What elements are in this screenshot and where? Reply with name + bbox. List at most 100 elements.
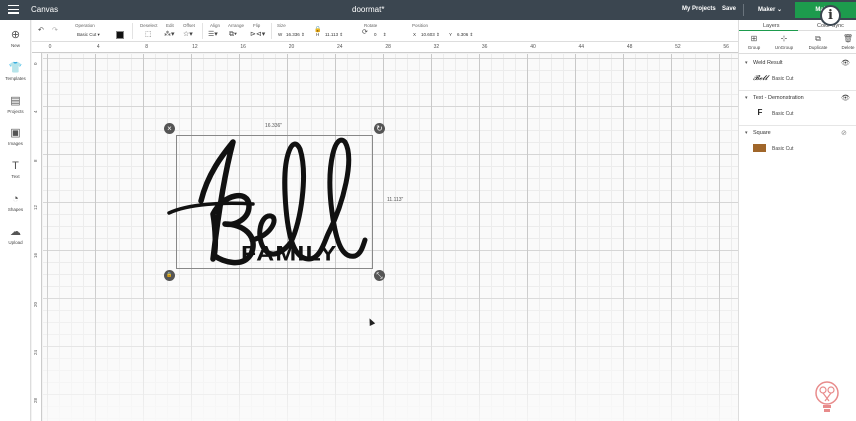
duplicate-icon: ⧉ — [815, 34, 821, 43]
delete-label: Delete — [841, 45, 855, 50]
flip-icon[interactable]: ⊳⊲▾ — [250, 31, 265, 39]
group-button[interactable]: ⊞ Group — [740, 34, 768, 50]
y-value: 6.306 — [457, 32, 469, 37]
machine-select[interactable]: Maker ⌄ — [758, 6, 782, 13]
ruler-label: 16 — [240, 44, 246, 50]
layer-item-weld[interactable]: 𝓑𝓮𝓵𝓵 Basic Cut — [739, 72, 856, 86]
align-icon[interactable]: ☰▾ — [208, 31, 218, 39]
layer-thumbnail — [753, 144, 766, 152]
duplicate-label: Duplicate — [808, 45, 828, 50]
sidebar-item-new[interactable]: ⊕ New — [0, 29, 31, 48]
rotate-handle-icon[interactable]: ↻ — [374, 123, 385, 134]
layer-name: Text - Demonstration — [753, 95, 804, 101]
layer-group-weld-result[interactable]: ▾ Weld Result 👁 — [739, 57, 856, 69]
arrange-icon[interactable]: ⧉▾ — [229, 31, 237, 39]
operation-select[interactable]: Basic Cut ▾ — [77, 32, 100, 38]
height-field[interactable]: 11.113 ⇕ — [325, 32, 343, 38]
ruler-label: 4 — [96, 44, 100, 50]
sidebar-item-shapes[interactable]: ◔ Shapes — [0, 193, 31, 212]
sidebar-item-label: Shapes — [7, 207, 24, 212]
x-field[interactable]: 10.603 ⇕ — [421, 32, 440, 38]
sidebar-item-label: New — [10, 43, 20, 48]
ungroup-icon: ⊹ — [780, 34, 788, 43]
b-swash-stroke — [167, 201, 255, 215]
ruler-label: 24 — [337, 44, 343, 50]
sidebar-item-images[interactable]: ▣ Images — [0, 127, 31, 146]
resize-handle-icon[interactable]: ⤡ — [374, 270, 385, 281]
y-prefix: Y — [449, 32, 453, 37]
y-field[interactable]: 6.306 ⇕ — [457, 32, 473, 38]
sidebar-item-templates[interactable]: 👕 Templates — [0, 62, 31, 81]
design-space-app: Canvas doormat* My Projects Save Maker ⌄… — [0, 0, 856, 421]
sidebar-item-projects[interactable]: ▤ Projects — [0, 95, 31, 114]
duplicate-button[interactable]: ⧉ Duplicate — [804, 34, 832, 50]
ruler-label: 48 — [626, 44, 633, 50]
save-button[interactable]: Save — [722, 6, 736, 12]
layer-name: Square — [753, 130, 771, 136]
left-sidebar: ⊕ New 👕 Templates ▤ Projects ▣ Images T … — [0, 20, 31, 421]
toolbar-divider — [271, 23, 272, 39]
x-prefix: X — [413, 32, 417, 37]
chevron-down-icon: ▾ — [97, 32, 100, 37]
design-canvas[interactable]: 16.336" 11.113" FAMILY × ↻ 🔒 ⤡ — [43, 54, 738, 421]
ruler-label: 52 — [675, 44, 681, 50]
offset-icon[interactable]: ☆▾ — [183, 31, 193, 39]
my-projects-link[interactable]: My Projects — [682, 6, 716, 12]
ruler-label: 4 — [33, 110, 38, 114]
width-field[interactable]: 16.336 ⇕ — [286, 32, 305, 38]
sidebar-item-label: Upload — [8, 240, 23, 245]
color-swatch[interactable] — [116, 31, 124, 39]
rotate-field[interactable]: 0 ⇕ — [374, 32, 387, 38]
lock-handle-icon[interactable]: 🔒 — [164, 270, 175, 281]
caret-down-icon[interactable]: ▾ — [745, 130, 748, 136]
size-label: Size — [277, 23, 286, 28]
undo-icon[interactable]: ↶ — [38, 27, 44, 35]
position-label: Position — [412, 23, 429, 28]
ungroup-button[interactable]: ⊹ UnGroup — [770, 34, 798, 50]
layer-divider — [739, 125, 856, 126]
shirt-icon: 👕 — [8, 62, 23, 74]
layer-thumbnail: 𝓑𝓮𝓵𝓵 — [753, 74, 768, 82]
operation-value: Basic Cut — [77, 32, 97, 37]
close-icon[interactable]: × — [164, 123, 175, 134]
tab-layers[interactable]: Layers — [763, 23, 780, 29]
ruler-label: 36 — [481, 44, 488, 50]
redo-icon[interactable]: ↷ — [52, 27, 58, 35]
group-icon: ⊞ — [750, 34, 758, 43]
toolbar-divider — [132, 23, 133, 39]
watermark-logo-icon — [815, 381, 839, 412]
layer-item-square[interactable]: Basic Cut — [739, 142, 856, 156]
ruler-label: 12 — [33, 204, 38, 210]
layer-group-text-demonstration[interactable]: ▾ Text - Demonstration 👁 — [739, 92, 856, 104]
ruler-label: 28 — [385, 44, 391, 50]
sidebar-item-text[interactable]: T Text — [0, 160, 31, 179]
layer-item-text[interactable]: F Basic Cut — [739, 107, 856, 121]
plus-circle-icon: ⊕ — [10, 29, 21, 41]
eye-icon[interactable]: 👁 — [841, 94, 850, 102]
operation-label: Operation — [75, 23, 95, 28]
delete-button[interactable]: 🗑 Delete — [834, 34, 856, 50]
caret-down-icon[interactable]: ▾ — [745, 60, 748, 66]
info-icon[interactable]: i — [820, 5, 841, 26]
upload-cloud-icon: ☁ — [10, 226, 21, 238]
hamburger-menu-icon[interactable] — [8, 5, 19, 14]
ruler-label: 44 — [578, 44, 585, 50]
sidebar-item-upload[interactable]: ☁ Upload — [0, 226, 31, 245]
family-text-artwork[interactable]: FAMILY — [241, 242, 338, 267]
document-title[interactable]: doormat* — [352, 5, 384, 14]
align-label: Align — [210, 23, 221, 28]
ruler-label: 32 — [433, 44, 440, 50]
eye-icon[interactable]: 👁 — [841, 59, 850, 67]
layers-panel: Layers Color Sync ⊞ Group ⊹ UnGroup ⧉ Dupli… — [738, 20, 856, 421]
ruler-horizontal: 0 4 8 12 16 20 24 28 32 36 40 44 48 52 56 — [32, 42, 738, 53]
caret-down-icon[interactable]: ▾ — [745, 95, 748, 101]
machine-label: Maker — [758, 7, 776, 13]
edit-icon[interactable]: ⁂▾ — [164, 31, 175, 39]
deselect-icon[interactable]: ⬚ — [145, 31, 152, 39]
ruler-label: 20 — [288, 44, 295, 50]
layer-group-square[interactable]: ▾ Square ⊘ — [739, 127, 856, 139]
height-prefix: H — [316, 32, 320, 37]
bell-script-artwork[interactable] — [43, 54, 738, 421]
eye-hidden-icon[interactable]: ⊘ — [841, 129, 847, 137]
width-prefix: W — [278, 32, 283, 37]
